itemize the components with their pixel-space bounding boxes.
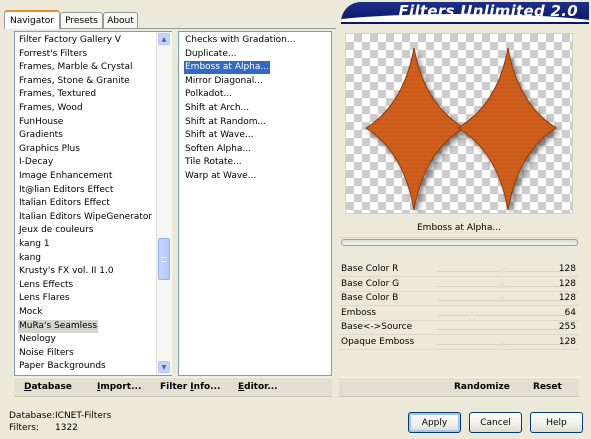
preview-image xyxy=(365,47,557,211)
param-row[interactable]: Opaque Emboss 128 xyxy=(339,336,579,350)
category-item[interactable]: Image Enhancement xyxy=(18,170,113,183)
category-item[interactable]: Filter Factory Gallery V xyxy=(18,34,122,47)
param-value: 255 xyxy=(558,322,576,332)
randomize-button[interactable]: Randomize xyxy=(454,382,510,392)
preview-pane xyxy=(345,33,573,214)
category-item[interactable]: kang 1 xyxy=(18,238,51,251)
filter-item[interactable]: Checks with Gradation... xyxy=(184,34,296,47)
help-button[interactable]: Help xyxy=(530,412,583,433)
category-item[interactable]: It@lian Editors Effect xyxy=(18,184,114,197)
list-toolbar: Database Import... Filter Info... Editor… xyxy=(14,377,332,397)
database-label: Database: xyxy=(9,411,55,421)
filter-item[interactable]: Shift at Random... xyxy=(184,116,267,129)
param-row[interactable]: Base Color G 128 xyxy=(339,278,579,292)
param-row[interactable]: Base Color R 128 xyxy=(339,263,579,277)
category-item[interactable]: MuRa's Seamless xyxy=(18,319,99,333)
filter-info-button[interactable]: Filter Info... xyxy=(160,382,220,392)
param-value: 128 xyxy=(558,264,576,274)
category-item[interactable]: FunHouse xyxy=(18,116,64,129)
import-button[interactable]: Import... xyxy=(97,382,141,392)
param-toolbar: Randomize Reset xyxy=(339,377,579,397)
category-item[interactable]: Frames, Stone & Granite xyxy=(18,75,131,88)
scroll-down-arrow-icon[interactable]: ▼ xyxy=(158,361,170,373)
param-row[interactable]: Base Color B 128 xyxy=(339,292,579,306)
filter-item[interactable]: Shift at Arch... xyxy=(184,102,250,115)
filter-item[interactable]: Duplicate... xyxy=(184,48,237,61)
category-item[interactable]: Krusty's FX vol. II 1.0 xyxy=(18,265,115,278)
category-item[interactable]: Italian Editors Effect xyxy=(18,197,111,210)
tab-navigator[interactable]: Navigator xyxy=(4,10,60,29)
diamond-shape-right xyxy=(457,47,557,211)
filters-count: 1322 xyxy=(55,423,78,433)
category-scrollbar[interactable]: ▲ ▼ xyxy=(156,32,172,375)
param-value: 128 xyxy=(558,278,576,289)
param-label: Opaque Emboss xyxy=(341,336,415,347)
param-value: 128 xyxy=(558,293,576,303)
param-slider-thumb[interactable] xyxy=(498,267,506,273)
filter-item[interactable]: Polkadot... xyxy=(184,88,233,101)
app-title: Filters Unlimited 2.0 xyxy=(398,2,578,20)
param-value: 128 xyxy=(558,336,576,347)
param-row[interactable]: Emboss 64 xyxy=(339,307,579,321)
category-item[interactable]: Frames, Marble & Crystal xyxy=(18,61,133,74)
banner-underline xyxy=(341,22,589,24)
filter-item[interactable]: Tile Rotate... xyxy=(184,156,243,169)
reset-button[interactable]: Reset xyxy=(533,382,562,392)
cancel-button[interactable]: Cancel xyxy=(469,412,522,433)
category-item[interactable]: Noise Filters xyxy=(18,347,75,360)
category-item[interactable]: Paper Backgrounds xyxy=(18,360,107,373)
param-slider[interactable] xyxy=(437,329,567,330)
category-item[interactable]: Frames, Wood xyxy=(18,102,84,115)
param-slider-thumb[interactable] xyxy=(498,296,506,302)
param-label: Base Color R xyxy=(341,264,399,274)
filter-item[interactable]: Shift at Wave... xyxy=(184,129,255,142)
tab-presets[interactable]: Presets xyxy=(60,12,103,28)
param-label: Base Color G xyxy=(341,278,400,289)
apply-button[interactable]: Apply xyxy=(408,412,461,433)
category-item[interactable]: Graphics Plus xyxy=(18,143,81,156)
database-button[interactable]: Database xyxy=(24,382,72,392)
filter-item[interactable]: Warp at Wave... xyxy=(184,170,257,183)
param-slider-thumb[interactable] xyxy=(498,339,506,346)
filter-item[interactable]: Emboss at Alpha... xyxy=(184,61,270,75)
param-slider-thumb[interactable] xyxy=(467,310,476,317)
category-item[interactable]: I-Decay xyxy=(18,156,54,169)
category-item[interactable]: Neology xyxy=(18,333,57,346)
category-item[interactable]: Jeux de couleurs xyxy=(18,224,94,237)
category-item[interactable]: Mock xyxy=(18,306,43,319)
category-item[interactable]: Frames, Textured xyxy=(18,88,97,101)
category-list[interactable]: Filter Factory Gallery V Forrest's Filter… xyxy=(14,31,172,376)
scrollbar-thumb[interactable] xyxy=(158,238,170,280)
param-slider[interactable] xyxy=(437,314,567,316)
param-slider-thumb[interactable] xyxy=(498,281,506,288)
filter-item[interactable]: Mirror Diagonal... xyxy=(184,75,264,88)
param-label: Base Color B xyxy=(341,293,399,303)
database-value: ICNET-Filters xyxy=(55,411,112,421)
category-item[interactable]: Lens Effects xyxy=(18,279,74,292)
filter-list[interactable]: Checks with Gradation... Duplicate... Embo… xyxy=(178,31,332,376)
param-value: 64 xyxy=(564,307,576,318)
category-item[interactable]: Forrest's Filters xyxy=(18,48,88,61)
param-label: Base<->Source xyxy=(341,322,413,332)
editor-button[interactable]: Editor... xyxy=(238,382,278,392)
param-label: Emboss xyxy=(341,307,377,318)
progress-bar xyxy=(341,239,578,246)
scroll-up-arrow-icon[interactable]: ▲ xyxy=(158,33,170,45)
category-item[interactable]: Italian Editors WipeGenerator xyxy=(18,211,153,224)
diamond-shape-left xyxy=(365,47,465,211)
filter-item[interactable]: Soften Alpha... xyxy=(184,143,252,156)
category-item[interactable]: kang xyxy=(18,252,42,265)
tab-about[interactable]: About xyxy=(103,12,138,28)
category-item[interactable]: Gradients xyxy=(18,129,64,142)
param-row[interactable]: Base<->Source 255 xyxy=(339,321,579,335)
category-item[interactable]: Lens Flares xyxy=(18,292,71,305)
current-filter-name: Emboss at Alpha... xyxy=(339,218,579,238)
filters-label: Filters: xyxy=(9,423,40,433)
